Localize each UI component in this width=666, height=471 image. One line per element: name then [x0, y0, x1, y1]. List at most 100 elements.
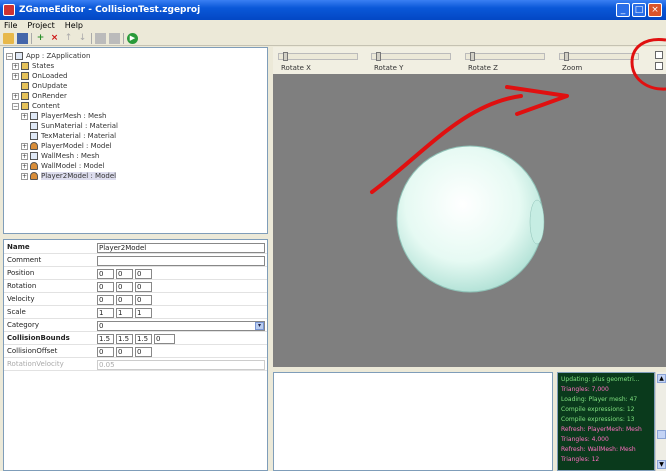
move-down-icon[interactable]: ↓: [77, 33, 88, 44]
tree-node-wallmodel[interactable]: + WallModel : Model: [21, 161, 105, 171]
expand-icon[interactable]: +: [21, 162, 28, 170]
preview-viewport[interactable]: [273, 74, 666, 367]
tree-node-onupdate[interactable]: OnUpdate: [21, 81, 67, 91]
tree-node-states[interactable]: + States: [12, 61, 54, 71]
folder-icon: [21, 62, 29, 70]
save-icon[interactable]: [17, 33, 28, 44]
expand-icon[interactable]: +: [21, 142, 28, 150]
slider-track[interactable]: [559, 53, 639, 60]
tree-node-onloaded[interactable]: + OnLoaded: [12, 71, 68, 81]
slider-thumb[interactable]: [564, 52, 569, 61]
add-component-icon[interactable]: +: [35, 33, 46, 44]
minimize-button[interactable]: _: [616, 3, 630, 17]
folder-icon: [21, 92, 29, 100]
scale-y-field[interactable]: 1: [116, 308, 133, 318]
log-scrollbar[interactable]: ▲ ▼: [655, 372, 666, 471]
property-row-rotation: Rotation 0 0 0: [4, 281, 267, 293]
collisionoffset-y-field[interactable]: 0: [116, 347, 133, 357]
slider-thumb[interactable]: [283, 52, 288, 61]
tree-node-playermesh[interactable]: + PlayerMesh : Mesh: [21, 111, 106, 121]
run-icon[interactable]: ▶: [127, 33, 138, 44]
log-pane: Updating: plus geometri... Triangles: 7,…: [557, 372, 655, 471]
tree-node-app[interactable]: − App : ZApplication: [6, 51, 90, 61]
rotation-y-field[interactable]: 0: [116, 282, 133, 292]
tree-node-label: WallModel : Model: [41, 162, 105, 170]
expand-icon[interactable]: +: [12, 72, 19, 80]
expand-icon[interactable]: +: [21, 172, 28, 180]
velocity-z-field[interactable]: 0: [135, 295, 152, 305]
rotation-x-field[interactable]: 0: [97, 282, 114, 292]
category-select[interactable]: 0: [97, 321, 265, 331]
menu-help[interactable]: Help: [65, 20, 83, 32]
tree-node-label: OnLoaded: [32, 72, 68, 80]
mesh-icon: [30, 152, 38, 160]
open-folder-icon[interactable]: [3, 33, 14, 44]
collisionoffset-x-field[interactable]: 0: [97, 347, 114, 357]
slider-track[interactable]: [465, 53, 545, 60]
log-line: Compile expressions: 12: [561, 406, 635, 413]
collapse-icon[interactable]: −: [12, 102, 19, 110]
slider-label: Rotate X: [281, 64, 311, 72]
position-z-field[interactable]: 0: [135, 269, 152, 279]
tree-node-label: PlayerModel : Model: [41, 142, 112, 150]
scroll-up-icon[interactable]: ▲: [657, 374, 666, 383]
collisionbounds-x-field[interactable]: 1.5: [97, 334, 114, 344]
slider-track[interactable]: [371, 53, 451, 60]
log-line: Refresh: WallMesh: Mesh: [561, 446, 636, 453]
tree-node-playermodel[interactable]: + PlayerModel : Model: [21, 141, 112, 151]
tree-node-sunmaterial[interactable]: SunMaterial : Material: [30, 121, 118, 131]
rotation-z-field[interactable]: 0: [135, 282, 152, 292]
log-line: Refresh: PlayerMesh: Mesh: [561, 426, 642, 433]
project-tree[interactable]: − App : ZApplication + States + OnLoaded…: [3, 47, 268, 234]
rotationvelocity-field[interactable]: 0.05: [97, 360, 265, 370]
property-label: Rotation: [7, 282, 37, 290]
slider-thumb[interactable]: [376, 52, 381, 61]
menu-file[interactable]: File: [4, 20, 17, 32]
tree-node-content[interactable]: − Content: [12, 101, 60, 111]
velocity-x-field[interactable]: 0: [97, 295, 114, 305]
collisionbounds-y-field[interactable]: 1.5: [116, 334, 133, 344]
log-line: Triangles: 4,000: [561, 436, 609, 443]
collapse-icon[interactable]: −: [6, 52, 13, 60]
property-row-category: Category 0 ▾: [4, 320, 267, 332]
expand-icon[interactable]: +: [21, 112, 28, 120]
scale-x-field[interactable]: 1: [97, 308, 114, 318]
scale-z-field[interactable]: 1: [135, 308, 152, 318]
menu-project[interactable]: Project: [27, 20, 54, 32]
tree-node-onrender[interactable]: + OnRender: [12, 91, 67, 101]
collisionbounds-w-field[interactable]: 0: [154, 334, 175, 344]
scroll-down-icon[interactable]: ▼: [657, 460, 666, 469]
chevron-down-icon[interactable]: ▾: [255, 322, 264, 330]
maximize-button[interactable]: □: [632, 3, 646, 17]
comment-field[interactable]: [97, 256, 265, 266]
toolbar: + × ↑ ↓ ▶: [0, 32, 666, 46]
property-label: Comment: [7, 256, 42, 264]
collisionbounds-z-field[interactable]: 1.5: [135, 334, 152, 344]
tree-node-label: WallMesh : Mesh: [41, 152, 100, 160]
expand-icon[interactable]: +: [21, 152, 28, 160]
tree-node-player2model[interactable]: + Player2Model : Model: [21, 171, 117, 181]
collisionoffset-z-field[interactable]: 0: [135, 347, 152, 357]
velocity-y-field[interactable]: 0: [116, 295, 133, 305]
slider-track[interactable]: [278, 53, 358, 60]
paste-icon[interactable]: [109, 33, 120, 44]
move-up-icon[interactable]: ↑: [63, 33, 74, 44]
expand-icon[interactable]: +: [12, 92, 19, 100]
copy-icon[interactable]: [95, 33, 106, 44]
position-y-field[interactable]: 0: [116, 269, 133, 279]
folder-icon: [21, 72, 29, 80]
position-x-field[interactable]: 0: [97, 269, 114, 279]
log-line: Updating: plus geometri...: [561, 376, 640, 383]
name-field[interactable]: Player2Model: [97, 243, 265, 253]
folder-icon: [21, 102, 29, 110]
quick-compile-pane[interactable]: [273, 372, 553, 471]
expand-icon[interactable]: +: [12, 62, 19, 70]
mesh-icon: [30, 112, 38, 120]
slider-thumb[interactable]: [470, 52, 475, 61]
annotation-circle: [630, 37, 666, 91]
tree-node-texmaterial[interactable]: TexMaterial : Material: [30, 131, 116, 141]
tree-node-wallmesh[interactable]: + WallMesh : Mesh: [21, 151, 99, 161]
scroll-thumb[interactable]: [657, 430, 666, 439]
delete-icon[interactable]: ×: [49, 33, 60, 44]
close-button[interactable]: ×: [648, 3, 662, 17]
